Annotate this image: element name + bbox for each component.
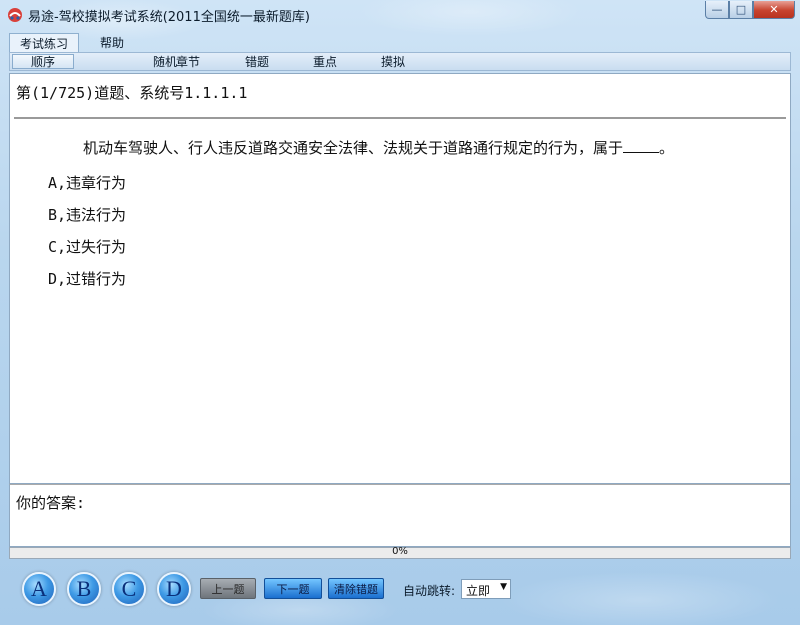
- answer-blank: [623, 138, 660, 153]
- next-question-button[interactable]: 下一题: [264, 578, 322, 599]
- window-title: 易途-驾校摸拟考试系统(2011全国统一最新题库): [28, 10, 310, 25]
- answer-b-button[interactable]: B: [67, 572, 101, 606]
- progress-text: 0%: [392, 546, 408, 557]
- close-button[interactable]: ✕: [753, 1, 795, 19]
- tab-help[interactable]: 帮助: [79, 33, 145, 52]
- question-header: 第(1/725)道题、系统号1.1.1.1: [16, 84, 248, 102]
- minimize-button[interactable]: —: [705, 1, 729, 19]
- question-text-end: 。: [659, 139, 675, 157]
- divider: [14, 117, 786, 119]
- clear-wrong-button[interactable]: 清除错题: [328, 578, 384, 599]
- option-c: C,过失行为: [48, 238, 127, 256]
- auto-jump-value: 立即: [466, 584, 491, 598]
- answer-a-button[interactable]: A: [22, 572, 56, 606]
- practice-mode-toolbar: 顺序 随机 章节 错题 重点 摸拟: [9, 52, 791, 71]
- title-bar[interactable]: 易途-驾校摸拟考试系统(2011全国统一最新题库) — □ ✕: [0, 0, 800, 30]
- question-text-main: 机动车驾驶人、行人违反道路交通安全法律、法规关于道路通行规定的行为，属于: [83, 139, 624, 157]
- mode-key-points[interactable]: 重点: [300, 54, 350, 69]
- question-text: 机动车驾驶人、行人违反道路交通安全法律、法规关于道路通行规定的行为，属于 。: [83, 137, 674, 158]
- maximize-button[interactable]: □: [729, 1, 753, 19]
- answer-label: 你的答案:: [16, 494, 86, 512]
- auto-jump-select[interactable]: 立即 ▼: [461, 579, 511, 599]
- previous-question-button[interactable]: 上一题: [200, 578, 256, 599]
- mode-wrong-questions[interactable]: 错题: [232, 54, 282, 69]
- answer-c-button[interactable]: C: [112, 572, 146, 606]
- mode-mock-exam[interactable]: 摸拟: [368, 54, 418, 69]
- auto-jump-label: 自动跳转:: [403, 584, 456, 598]
- progress-bar: 0%: [9, 546, 791, 559]
- chevron-down-icon: ▼: [500, 582, 507, 592]
- question-panel: 第(1/725)道题、系统号1.1.1.1 机动车驾驶人、行人违反道路交通安全法…: [9, 73, 791, 484]
- app-logo-icon: [7, 7, 23, 23]
- tab-exam-practice[interactable]: 考试练习: [9, 33, 79, 52]
- mode-sequential[interactable]: 顺序: [12, 54, 74, 69]
- option-d: D,过错行为: [48, 270, 127, 288]
- option-a: A,违章行为: [48, 174, 127, 192]
- answer-panel: 你的答案:: [9, 484, 791, 547]
- app-window: 易途-驾校摸拟考试系统(2011全国统一最新题库) — □ ✕ 考试练习 帮助 …: [0, 0, 800, 625]
- option-b: B,违法行为: [48, 206, 127, 224]
- mode-chapter[interactable]: 章节: [163, 54, 213, 69]
- answer-d-button[interactable]: D: [157, 572, 191, 606]
